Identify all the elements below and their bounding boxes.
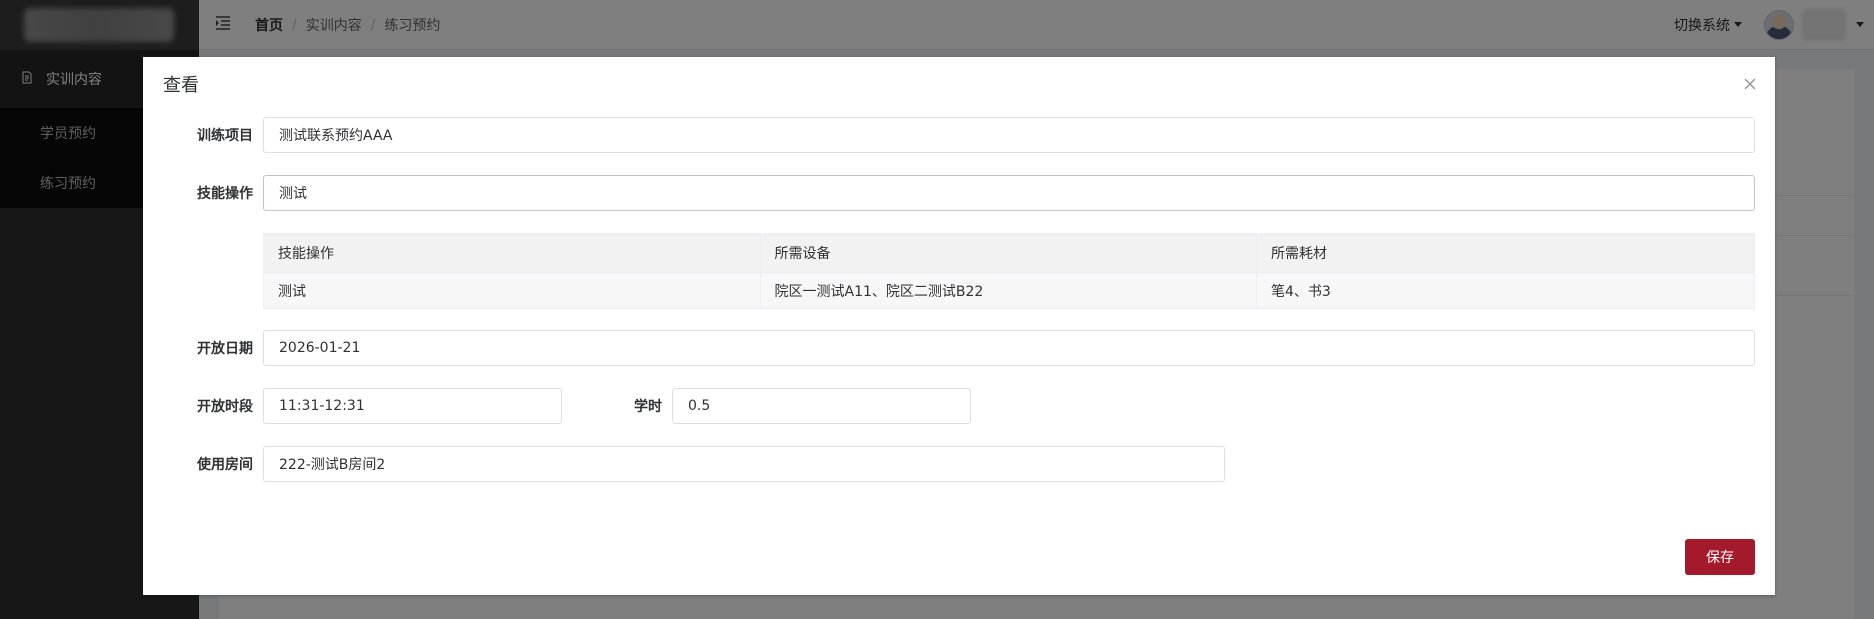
column-header-equipment: 所需设备 (760, 233, 1257, 273)
skill-table: 技能操作 所需设备 所需耗材 测试 院区一测试A11、院区二测试B22 笔4、书… (263, 233, 1755, 309)
open-period-label: 开放时段 (197, 399, 253, 415)
training-project-field[interactable]: 测试联系预约AAA (263, 117, 1755, 153)
close-icon[interactable] (1743, 77, 1757, 91)
open-date-label: 开放日期 (197, 341, 253, 357)
table-cell: 院区一测试A11、院区二测试B22 (760, 272, 1257, 309)
form-row-room: 使用房间 222-测试B房间2 (143, 446, 1225, 482)
class-hours-label: 学时 (634, 399, 662, 415)
column-header-skill: 技能操作 (263, 233, 761, 273)
skill-operation-label: 技能操作 (197, 186, 253, 202)
room-select[interactable]: 222-测试B房间2 (263, 446, 1225, 482)
form-row-open-date: 开放日期 2026-01-21 (143, 330, 1755, 366)
open-date-field[interactable]: 2026-01-21 (263, 330, 1755, 366)
dialog-header: 查看 (143, 57, 1775, 113)
training-project-label: 训练项目 (197, 128, 253, 144)
open-period-field[interactable]: 11:31-12:31 (263, 388, 562, 424)
view-dialog: 查看 训练项目 测试联系预约AAA 技能操作 测试 技能操作 所需设备 所需耗材… (143, 57, 1775, 595)
column-header-consumables: 所需耗材 (1256, 233, 1755, 273)
form-row-open-period: 开放时段 11:31-12:31 学时 0.5 (143, 388, 971, 424)
save-button[interactable]: 保存 (1685, 539, 1755, 575)
table-cell: 测试 (263, 272, 761, 309)
dialog-title: 查看 (163, 75, 199, 96)
room-label: 使用房间 (197, 457, 253, 473)
form-row-skill-operation: 技能操作 测试 (143, 175, 1755, 211)
table-cell: 笔4、书3 (1256, 272, 1755, 309)
table-header-row: 技能操作 所需设备 所需耗材 (263, 233, 1755, 273)
skill-operation-select[interactable]: 测试 (263, 175, 1755, 211)
table-row: 测试 院区一测试A11、院区二测试B22 笔4、书3 (263, 272, 1755, 309)
form-row-training-project: 训练项目 测试联系预约AAA (143, 117, 1755, 153)
class-hours-field[interactable]: 0.5 (672, 388, 971, 424)
